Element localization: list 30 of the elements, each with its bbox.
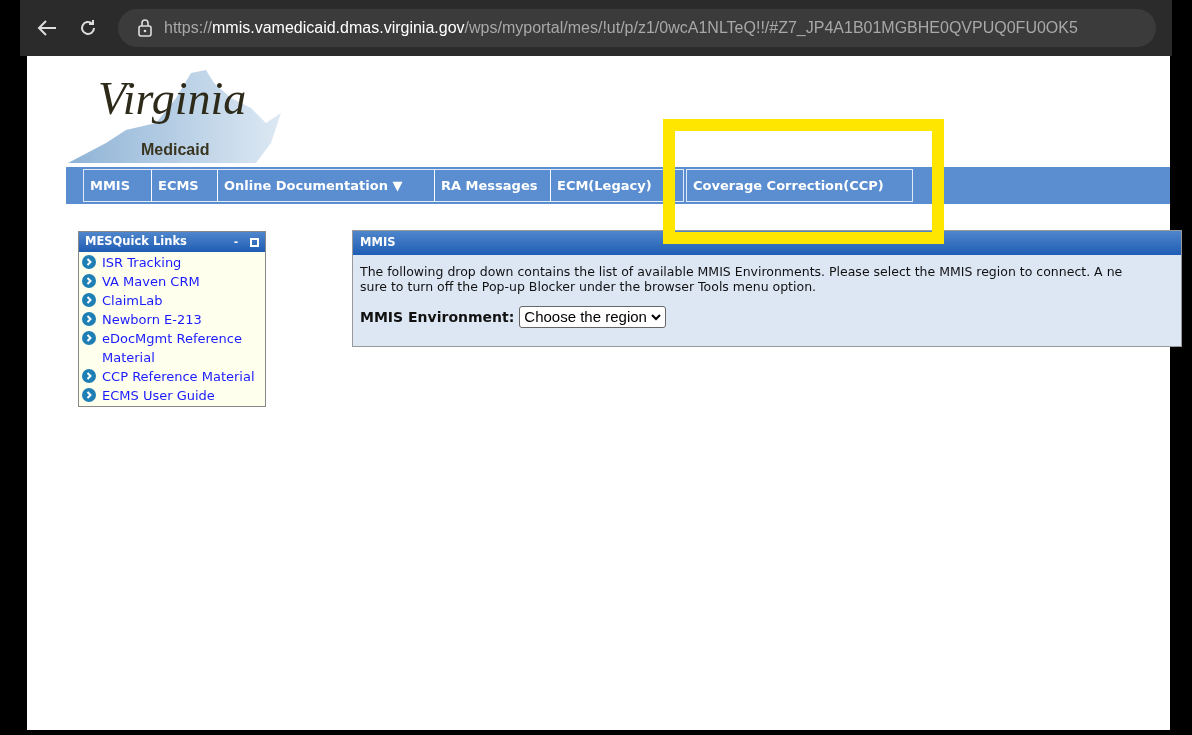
url-text: https://mmis.vamedicaid.dmas.virginia.gov/wps/myportal/mes/!ut/p/z1/0wcA1NLTeQ!!/#Z7_JP4A1B01MGBHE0QVPUQ0FU0OK5 (164, 18, 1078, 38)
chevron-circle-icon (82, 331, 96, 345)
minimize-button[interactable]: - (234, 236, 238, 248)
reload-icon[interactable] (78, 18, 98, 38)
address-bar[interactable]: https://mmis.vamedicaid.dmas.virginia.gov/wps/myportal/mes/!ut/p/z1/0wcA1NLTeQ!!/#Z7_JP4A1B01MGBHE0QVPUQ0FU0OK5 (118, 9, 1156, 47)
logo-title: Virginia (98, 76, 247, 122)
chevron-circle-icon (82, 274, 96, 288)
panel-title: MESQuick Links (85, 233, 188, 251)
chevron-circle-icon (82, 293, 96, 307)
logo-subtitle: Medicaid (141, 142, 210, 158)
description-text: The following drop down contains the list of available MMIS Environments. Please select the MMIS region to connect. A ne (360, 264, 1124, 279)
quick-link[interactable]: CCP Reference Material (102, 367, 255, 386)
chevron-circle-icon (82, 388, 96, 402)
panel-title: MMIS (360, 234, 396, 252)
quick-link[interactable]: ClaimLab (102, 291, 163, 310)
quick-link[interactable]: eDocMgmt Reference Material (102, 329, 261, 367)
description-text: sure to turn off the Pop-up Blocker under the browser Tools menu option. (360, 279, 818, 294)
chevron-circle-icon (82, 369, 96, 383)
region-select[interactable]: Choose the region (519, 306, 666, 328)
maximize-icon[interactable] (250, 237, 259, 247)
lock-icon[interactable] (138, 19, 152, 37)
caret-icon (650, 313, 661, 321)
field-label: MMIS Environment: (360, 307, 515, 327)
quick-link[interactable]: Newborn E-213 (102, 310, 202, 329)
quick-link[interactable]: ECMS User Guide (102, 386, 215, 405)
quick-link[interactable]: ISR Tracking (102, 253, 182, 272)
chevron-circle-icon (82, 312, 96, 326)
quick-link[interactable]: VA Maven CRM (102, 272, 200, 291)
chevron-circle-icon (82, 255, 96, 269)
back-icon[interactable] (36, 18, 58, 38)
